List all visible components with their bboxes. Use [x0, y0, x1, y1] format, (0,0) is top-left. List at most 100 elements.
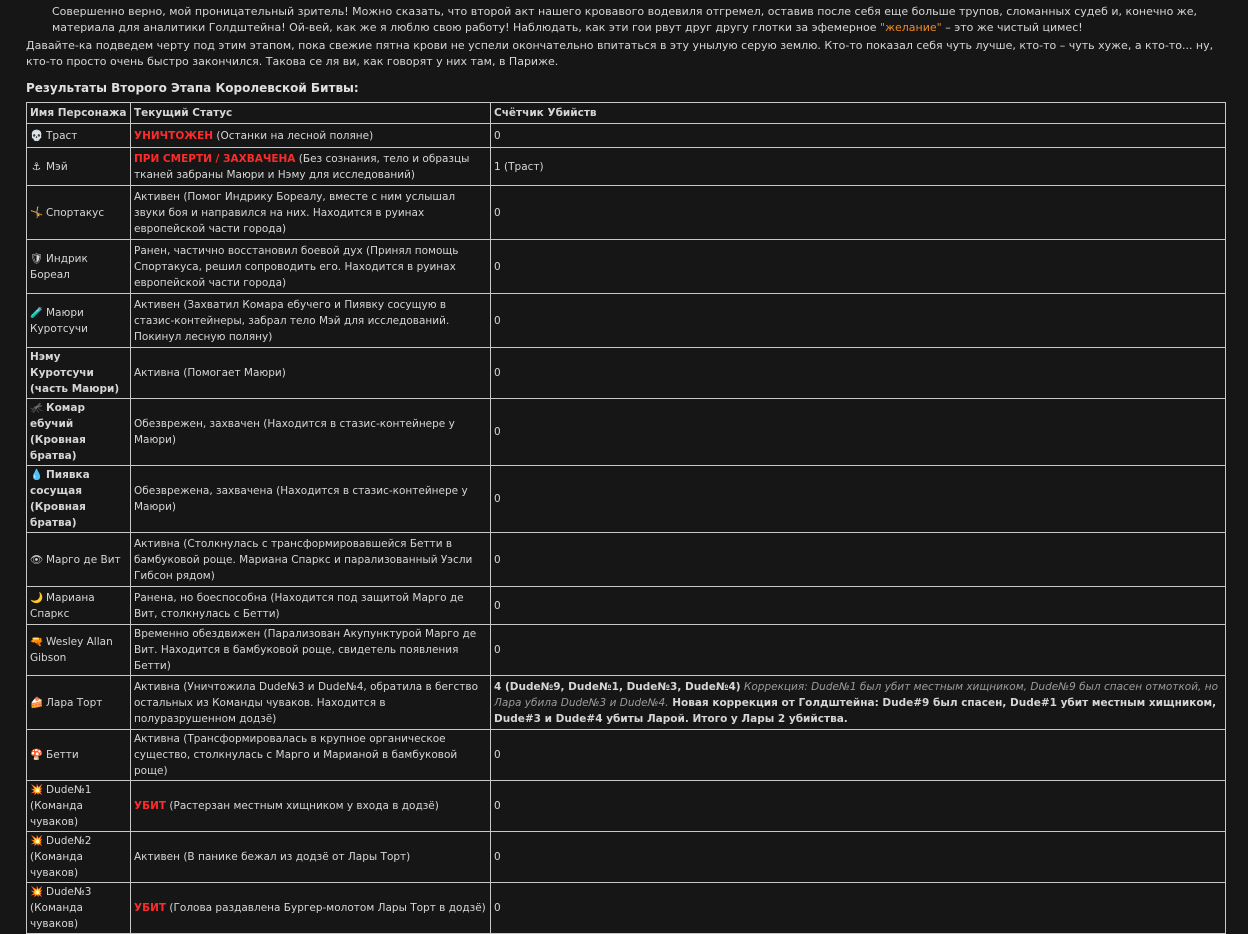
- cell-kills: 0: [490, 831, 1226, 883]
- cell-kills: 0: [490, 239, 1226, 294]
- cell-status: Ранена, но боеспособна (Находится под за…: [130, 586, 491, 625]
- status-alert: УБИТ: [134, 800, 167, 812]
- table-row: 💥 Dude№2 (Команда чуваков) Активен (В пани…: [26, 831, 1226, 883]
- explosion-icon: 💥: [30, 784, 44, 796]
- cake-icon: 🍰: [30, 696, 44, 709]
- kills-value: 0: [494, 129, 501, 142]
- cell-kills: 0: [490, 185, 1226, 240]
- cell-name: 🔫 Wesley Allan Gibson: [26, 624, 131, 676]
- cell-kills: 4 (Dude№9, Dude№1, Dude№3, Dude№4) Корре…: [490, 675, 1226, 730]
- kills-value: 0: [494, 599, 501, 612]
- droplet-icon: 💧: [30, 469, 44, 481]
- results-table: Имя Персонажа Текущий Статус Счётчик Уби…: [26, 102, 1226, 934]
- character-name: Лара Торт: [46, 696, 103, 709]
- status-text: Обезврежена, захвачена (Находится в стаз…: [134, 485, 468, 513]
- table-row: 🦟 Комар ебучий (Кровная братва) Обезврежен…: [26, 398, 1226, 466]
- intro-paragraph-2: Давайте-ка подведем черту под этим этапо…: [26, 39, 1214, 68]
- character-name: Спортакус: [46, 206, 105, 219]
- header-name: Имя Персонажа: [26, 102, 131, 124]
- character-name: Траст: [46, 129, 78, 142]
- kills-value: 0: [494, 260, 501, 273]
- table-row: 💥 Dude№3 (Команда чуваков) УБИТ (Голова ра…: [26, 882, 1226, 934]
- status-text: Активен (Помог Индрику Бореалу, вместе с…: [134, 190, 456, 235]
- table-row: 🤸 Спортакус Активен (Помог Индрику Бореалу…: [26, 185, 1226, 240]
- character-name: Мэй: [46, 160, 68, 173]
- skull-icon: 💀: [30, 129, 44, 142]
- table-row: 🛡 Индрик Бореал Ранен, частично восстанови…: [26, 239, 1226, 294]
- cell-kills: 0: [490, 123, 1226, 148]
- table-header-row: Имя Персонажа Текущий Статус Счётчик Уби…: [26, 102, 1226, 124]
- table-row: 💧 Пиявка сосущая (Кровная братва) Обезвреж…: [26, 465, 1226, 533]
- cell-name: ⚓ Мэй: [26, 147, 131, 186]
- cell-status: ПРИ СМЕРТИ / ЗАХВАЧЕНА (Без сознания, те…: [130, 147, 491, 186]
- cell-kills: 0: [490, 293, 1226, 348]
- chat-message: Совершенно верно, мой проницательный зри…: [26, 4, 1226, 934]
- cell-status: Временно обездвижен (Парализован Акупунк…: [130, 624, 491, 676]
- cell-kills: 0: [490, 882, 1226, 934]
- status-text: (Голова раздавлена Бургер-молотом Лары Т…: [166, 902, 486, 914]
- cell-name: 🍄 Бетти: [26, 729, 131, 781]
- table-row: 💥 Dude№1 (Команда чуваков) УБИТ (Растерзан…: [26, 780, 1226, 832]
- status-text: Обезврежен, захвачен (Находится в стазис…: [134, 418, 455, 446]
- table-row: 🍰 Лара Торт Активна (Уничтожила Dude№3 и D…: [26, 675, 1226, 730]
- status-text: (Останки на лесной поляне): [213, 129, 374, 142]
- mosquito-icon: 🦟: [30, 402, 44, 414]
- character-name: Бетти: [46, 749, 79, 761]
- cell-name: 🧪 Маюри Куротсучи: [26, 293, 131, 348]
- status-text: Ранена, но боеспособна (Находится под за…: [134, 591, 464, 620]
- cell-kills: 0: [490, 586, 1226, 625]
- mushroom-icon: 🍄: [30, 749, 44, 761]
- table-row: 🔫 Wesley Allan Gibson Временно обездвижен …: [26, 624, 1226, 676]
- status-alert: УБИТ: [134, 902, 167, 914]
- kills-value: 0: [494, 800, 501, 812]
- kills-value: 0: [494, 749, 501, 761]
- kills-value: 0: [494, 644, 501, 656]
- cell-status: Активен (В панике бежал из додзё от Лары…: [130, 831, 491, 883]
- kills-value: 0: [494, 314, 501, 327]
- test-tube-icon: 🧪: [30, 306, 44, 319]
- cell-status: Активен (Помог Индрику Бореалу, вместе с…: [130, 185, 491, 240]
- cell-name: 🌙 Мариана Спаркс: [26, 586, 131, 625]
- cell-kills: 0: [490, 780, 1226, 832]
- table-row: 🌙 Мариана Спаркс Ранена, но боеспособна (Н…: [26, 586, 1226, 625]
- cell-name: 💥 Dude№1 (Команда чуваков): [26, 780, 131, 832]
- cell-name: 💥 Dude№3 (Команда чуваков): [26, 882, 131, 934]
- table-row: 🍄 Бетти Активна (Трансформировалась в круп…: [26, 729, 1226, 781]
- cell-name: Нэму Куротсучи (часть Маюри): [26, 347, 131, 399]
- cell-name: 🤸 Спортакус: [26, 185, 131, 240]
- cell-status: Обезврежен, захвачен (Находится в стазис…: [130, 398, 491, 466]
- cell-name: 🍰 Лара Торт: [26, 675, 131, 730]
- cell-status: Активна (Помогает Маюри): [130, 347, 491, 399]
- cell-name: 💥 Dude№2 (Команда чуваков): [26, 831, 131, 883]
- eye-icon: 👁: [30, 553, 44, 566]
- character-name: Марго де Вит: [46, 553, 121, 566]
- intro-text-end: – это же чистый цимес!: [941, 21, 1083, 34]
- table-row: 🧪 Маюри Куротсучи Активен (Захватил Комара…: [26, 293, 1226, 348]
- status-alert: ПРИ СМЕРТИ / ЗАХВАЧЕНА: [134, 152, 296, 165]
- table-row: 👁 Марго де Вит Активна (Столкнулась с тран…: [26, 532, 1226, 587]
- wish-highlight: "желание": [880, 21, 942, 34]
- cell-name: 👁 Марго де Вит: [26, 532, 131, 587]
- pistol-icon: 🔫: [30, 636, 44, 648]
- cell-kills: 0: [490, 347, 1226, 399]
- cell-kills: 0: [490, 624, 1226, 676]
- acrobat-icon: 🤸: [30, 206, 44, 219]
- cell-status: УБИТ (Растерзан местным хищником у входа…: [130, 780, 491, 832]
- header-status: Текущий Статус: [130, 102, 491, 124]
- status-text: Активен (В панике бежал из додзё от Лары…: [134, 851, 411, 863]
- status-text: Активна (Трансформировалась в крупное ор…: [134, 733, 458, 777]
- kills-value: 0: [494, 851, 501, 863]
- kills-value: 0: [494, 493, 501, 505]
- cell-name: 💀 Траст: [26, 123, 131, 148]
- cell-status: УБИТ (Голова раздавлена Бургер-молотом Л…: [130, 882, 491, 934]
- cell-status: Активна (Уничтожила Dude№3 и Dude№4, обр…: [130, 675, 491, 730]
- character-name: Нэму Куротсучи (часть Маюри): [30, 351, 120, 395]
- cell-kills: 0: [490, 532, 1226, 587]
- explosion-icon: 💥: [30, 835, 44, 847]
- header-kills: Счётчик Убийств: [490, 102, 1226, 124]
- intro-paragraph-1: Совершенно верно, мой проницательный зри…: [52, 4, 1222, 36]
- status-text: Активна (Столкнулась с трансформировавше…: [134, 537, 473, 582]
- cell-status: УНИЧТОЖЕН (Останки на лесной поляне): [130, 123, 491, 148]
- cell-status: Активна (Столкнулась с трансформировавше…: [130, 532, 491, 587]
- explosion-icon: 💥: [30, 886, 44, 898]
